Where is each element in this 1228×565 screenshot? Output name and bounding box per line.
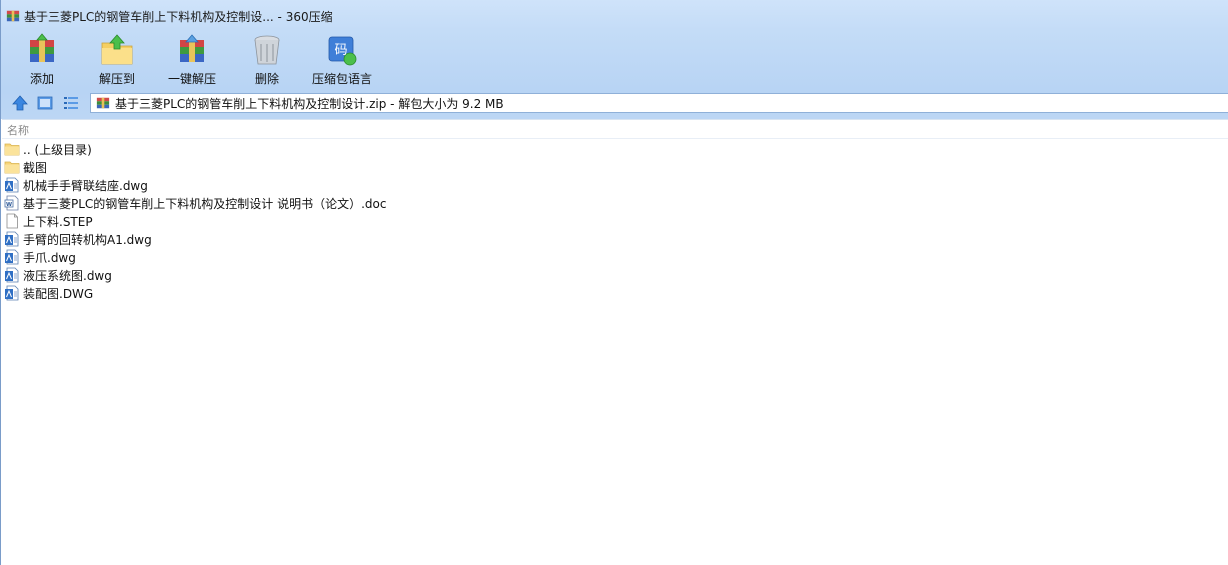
add-label: 添加 [29, 72, 54, 86]
svg-text:码: 码 [334, 43, 347, 58]
extract-to-label: 解压到 [98, 72, 135, 86]
file-name: 上下料.STEP [23, 214, 93, 229]
address-path: 基于三菱PLC的钢管车削上下料机构及控制设计.zip - 解包大小为 9.2 M… [115, 96, 504, 111]
dwg-file-icon [4, 231, 20, 247]
address-bar: 基于三菱PLC的钢管车削上下料机构及控制设计.zip - 解包大小为 9.2 M… [1, 91, 1228, 115]
file-name: 基于三菱PLC的钢管车削上下料机构及控制设计 说明书（论文）.doc [23, 196, 387, 211]
file-row[interactable]: 液压系统图.dwg [2, 266, 1228, 284]
file-name: 机械手手臂联结座.dwg [23, 178, 148, 193]
dwg-file-icon [4, 285, 20, 301]
file-name: 手爪.dwg [23, 250, 76, 265]
list-header: 名称 [2, 119, 1228, 139]
one-click-extract-button[interactable]: 一键解压 [164, 32, 220, 88]
window-title: 基于三菱PLC的钢管车削上下料机构及控制设... - 360压缩 [24, 9, 333, 24]
encoding-icon: 码 [328, 36, 357, 66]
blank-file-icon [4, 213, 20, 229]
toolbar: 添加 解压到 一键解压 删除 码 压缩包语言 [1, 32, 1228, 88]
dwg-file-icon [4, 177, 20, 193]
column-header-name[interactable]: 名称 [7, 122, 29, 138]
file-row[interactable]: 机械手手臂联结座.dwg [2, 176, 1228, 194]
file-row[interactable]: 基于三菱PLC的钢管车削上下料机构及控制设计 说明书（论文）.doc [2, 194, 1228, 212]
up-arrow-icon[interactable] [11, 94, 29, 112]
trash-icon [254, 35, 280, 65]
file-name: 装配图.DWG [23, 286, 94, 301]
archive-language-label: 压缩包语言 [311, 72, 372, 86]
one-click-extract-icon [180, 34, 204, 62]
doc-file-icon [4, 195, 20, 211]
app-window: 基于三菱PLC的钢管车削上下料机构及控制设... - 360压缩 添加 解压到 … [0, 0, 1228, 565]
title-bar: 基于三菱PLC的钢管车削上下料机构及控制设... - 360压缩 [1, 0, 1228, 32]
address-field[interactable]: 基于三菱PLC的钢管车削上下料机构及控制设计.zip - 解包大小为 9.2 M… [90, 93, 1228, 113]
zip-archive-icon [96, 96, 110, 110]
file-name: 液压系统图.dwg [23, 268, 112, 283]
file-row[interactable]: 手爪.dwg [2, 248, 1228, 266]
extract-folder-icon [101, 34, 133, 65]
folder-icon [4, 159, 20, 175]
dwg-file-icon [4, 267, 20, 283]
file-name: 手臂的回转机构A1.dwg [23, 232, 152, 247]
archive-app-icon [6, 9, 20, 23]
file-row[interactable]: 装配图.DWG [2, 284, 1228, 302]
file-name: 截图 [23, 160, 48, 175]
file-row[interactable]: 手臂的回转机构A1.dwg [2, 230, 1228, 248]
file-row[interactable]: 截图 [2, 158, 1228, 176]
file-name: .. (上级目录) [23, 142, 92, 157]
file-list: .. (上级目录) 截图机械手手臂联结座.dwg 基于三菱PLC的钢管车削上下料机构… [2, 140, 1228, 302]
delete-button[interactable]: 删除 [242, 32, 292, 88]
file-row[interactable]: .. (上级目录) [2, 140, 1228, 158]
archive-language-button[interactable]: 码 压缩包语言 [310, 32, 374, 88]
window-chrome: 基于三菱PLC的钢管车削上下料机构及控制设... - 360压缩 添加 解压到 … [1, 0, 1228, 119]
add-button[interactable]: 添加 [17, 32, 67, 88]
one-click-extract-label: 一键解压 [167, 72, 216, 86]
folder-icon [4, 141, 20, 157]
add-archive-icon [30, 33, 54, 62]
thumbnail-view-icon[interactable] [36, 94, 54, 112]
list-view-icon[interactable] [62, 94, 80, 112]
delete-label: 删除 [254, 72, 279, 86]
extract-to-button[interactable]: 解压到 [92, 32, 142, 88]
dwg-file-icon [4, 249, 20, 265]
file-row[interactable]: 上下料.STEP [2, 212, 1228, 230]
